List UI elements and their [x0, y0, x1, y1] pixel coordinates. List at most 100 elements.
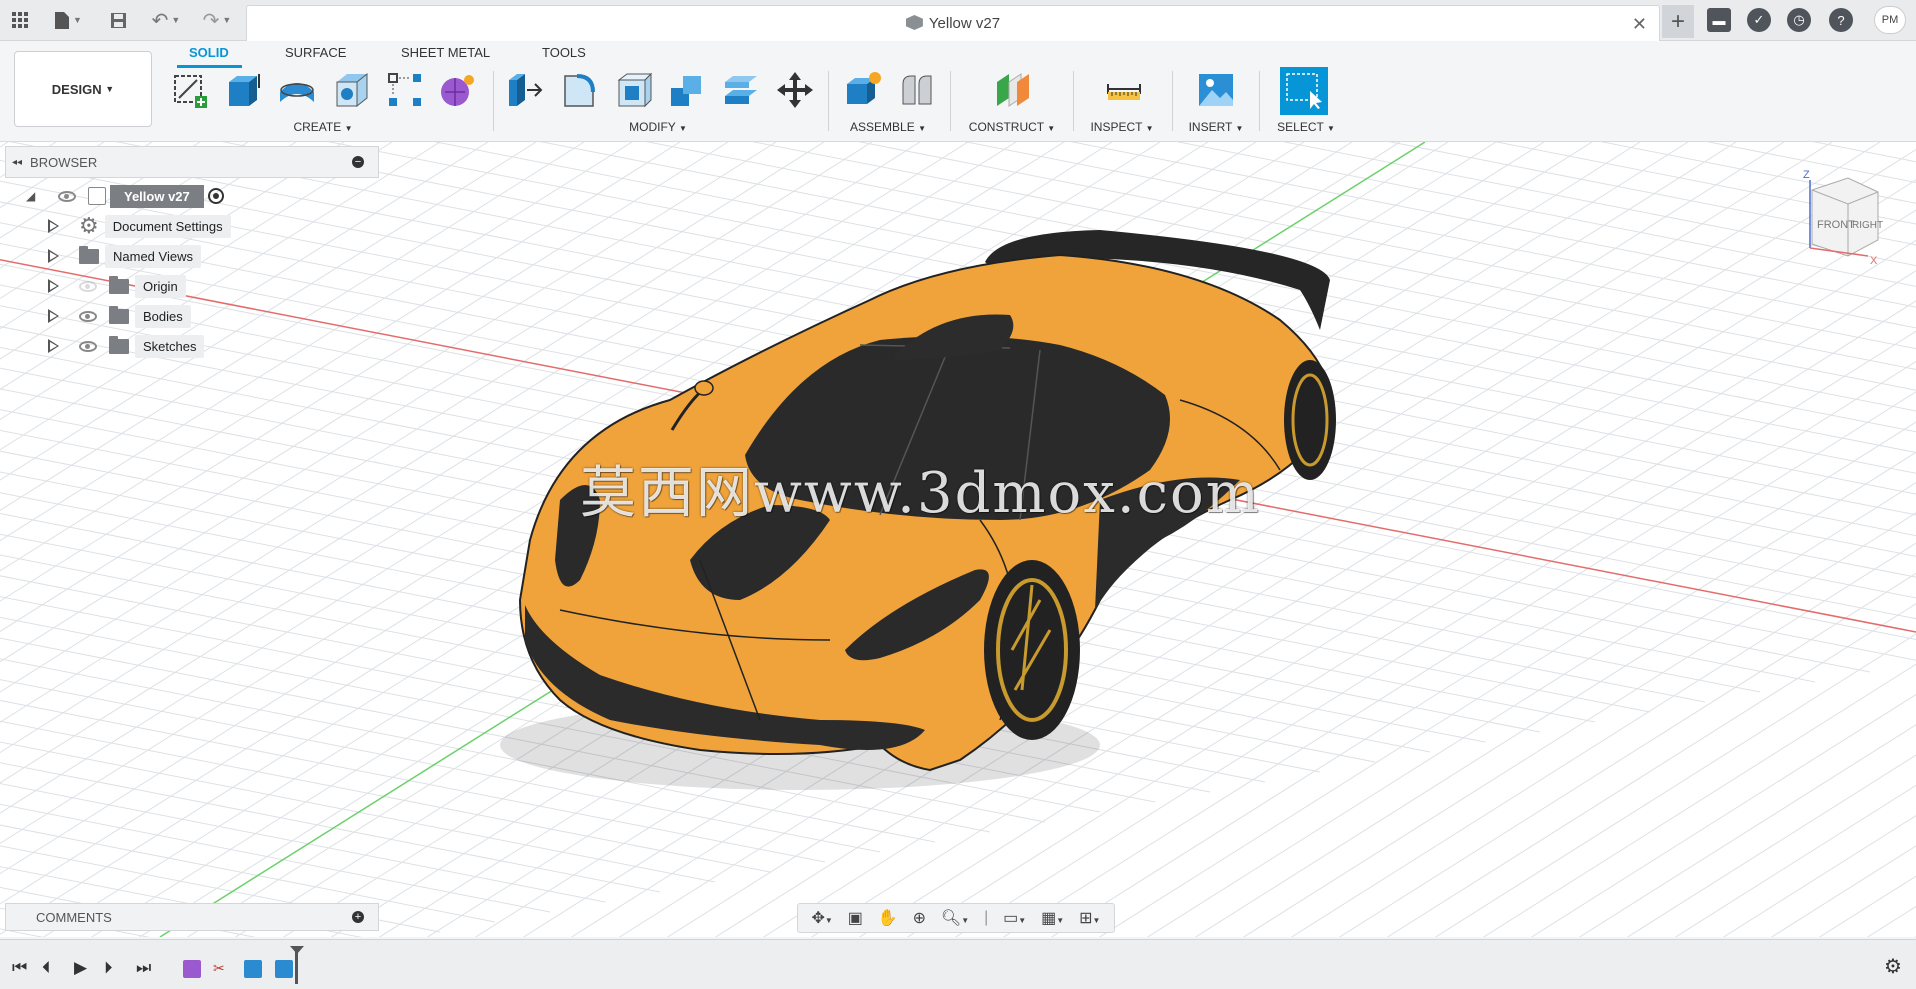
press-pull-button[interactable] — [504, 69, 546, 111]
go-to-end-icon[interactable]: ⏭ — [136, 958, 151, 978]
canvas-scene[interactable]: FRONT RIGHT Z X — [0, 0, 1916, 989]
combine-button[interactable] — [666, 69, 708, 111]
expand-triangle-icon[interactable] — [48, 339, 59, 353]
minimize-panel-icon[interactable]: − — [352, 156, 364, 168]
revolve-icon — [280, 83, 314, 102]
tree-label: Document Settings — [104, 214, 231, 238]
browser-item-origin[interactable]: Origin — [48, 273, 186, 299]
new-tab-button[interactable]: + — [1662, 5, 1694, 38]
file-icon — [55, 11, 70, 29]
help-icon[interactable]: ? — [1829, 8, 1853, 32]
document-tab[interactable]: Yellow v27 ✕ — [246, 5, 1660, 41]
tab-surface[interactable]: SURFACE — [285, 45, 346, 60]
go-to-start-icon[interactable]: ⏮ — [12, 958, 27, 978]
visibility-eye-icon[interactable] — [79, 310, 97, 322]
save-button[interactable] — [106, 8, 130, 32]
pan-hand-icon[interactable]: ✋ — [878, 908, 898, 928]
new-component-button[interactable] — [842, 69, 884, 111]
construct-menu[interactable]: CONSTRUCT ▼ — [969, 120, 1055, 134]
timeline-body-feature-icon[interactable] — [244, 960, 262, 978]
step-back-icon[interactable]: ⏴ — [42, 958, 51, 978]
hidden-eye-icon[interactable] — [79, 280, 97, 292]
tab-tools[interactable]: TOOLS — [542, 45, 586, 60]
assemble-menu[interactable]: ASSEMBLE ▼ — [850, 120, 926, 134]
collapse-panel-icon[interactable]: ◂◂ — [12, 157, 22, 168]
browser-item-named-views[interactable]: Named Views — [48, 243, 201, 269]
joint-button[interactable] — [896, 69, 938, 111]
browser-root-item[interactable]: ◢ Yellow v27 — [26, 183, 224, 209]
orbit-icon[interactable]: ✥▼ — [811, 908, 832, 928]
insert-menu[interactable]: INSERT ▼ — [1189, 120, 1244, 134]
visibility-eye-icon[interactable] — [79, 340, 97, 352]
expand-triangle-icon[interactable] — [48, 309, 59, 323]
browser-title: BROWSER — [30, 154, 98, 170]
notifications-icon[interactable]: ▬ — [1707, 8, 1731, 32]
create-sketch-button[interactable] — [168, 69, 210, 111]
insert-canvas-button[interactable] — [1195, 69, 1237, 111]
create-sketch-icon — [174, 75, 207, 108]
document-icon — [88, 187, 106, 205]
workspace-switcher[interactable]: DESIGN ▼ — [14, 51, 152, 127]
add-comment-icon[interactable]: + — [352, 911, 364, 923]
extrude-button[interactable] — [222, 69, 264, 111]
3d-viewport[interactable]: FRONT RIGHT Z X — [0, 0, 1916, 989]
job-status-icon[interactable]: ✓ — [1747, 8, 1771, 32]
move-button[interactable] — [774, 69, 816, 111]
expand-triangle-icon[interactable] — [48, 219, 59, 233]
shell-button[interactable] — [612, 69, 654, 111]
look-at-icon[interactable]: ▣ — [848, 908, 863, 928]
play-icon[interactable]: ▶ — [74, 958, 87, 978]
expand-triangle-icon[interactable] — [48, 279, 59, 293]
display-settings-icon[interactable]: ▭▼ — [1003, 908, 1026, 928]
activate-radio-icon[interactable] — [207, 188, 224, 204]
app-grid-icon[interactable] — [8, 8, 32, 32]
viewcube-front-label[interactable]: FRONT — [1817, 219, 1855, 231]
root-component-label[interactable]: Yellow v27 — [110, 184, 204, 208]
tab-solid[interactable]: SOLID — [189, 45, 229, 60]
grid-settings-icon[interactable]: ▦▼ — [1041, 908, 1064, 928]
timeline-form-feature-icon[interactable] — [183, 960, 201, 978]
comments-panel-header[interactable]: COMMENTS + — [5, 903, 379, 931]
create-menu[interactable]: CREATE ▼ — [293, 120, 352, 134]
fit-icon[interactable]: 🔍︎▼ — [941, 908, 969, 928]
undo-button[interactable]: ↶ ▼ — [146, 8, 186, 32]
browser-panel-header[interactable]: ◂◂ BROWSER − — [5, 146, 379, 178]
browser-item-bodies[interactable]: Bodies — [48, 303, 191, 329]
expand-root-icon[interactable]: ◢ — [26, 189, 46, 203]
tab-sheet-metal[interactable]: SHEET METAL — [401, 45, 490, 60]
inspect-menu[interactable]: INSPECT ▼ — [1090, 120, 1153, 134]
offset-faces-button[interactable] — [720, 69, 762, 111]
modify-menu[interactable]: MODIFY ▼ — [629, 120, 687, 134]
visibility-eye-icon[interactable] — [58, 190, 76, 202]
offset-plane-button[interactable] — [992, 69, 1034, 111]
avatar[interactable]: PM — [1874, 6, 1906, 34]
select-button[interactable] — [1280, 67, 1328, 115]
timeline-split-feature-icon[interactable]: ✂ — [213, 960, 231, 978]
revolve-button[interactable] — [276, 69, 318, 111]
fillet-button[interactable] — [558, 69, 600, 111]
x-axis-label: X — [1870, 255, 1878, 267]
step-forward-icon[interactable]: ⏵ — [104, 958, 113, 978]
browser-item-sketches[interactable]: Sketches — [48, 333, 205, 359]
expand-triangle-icon[interactable] — [48, 249, 59, 263]
close-tab-icon[interactable]: ✕ — [1632, 14, 1647, 35]
tree-label: Sketches — [135, 334, 205, 358]
zoom-icon[interactable]: ⊕ — [913, 908, 926, 928]
file-menu-button[interactable]: ▼ — [48, 8, 88, 32]
history-icon[interactable]: ◷ — [1787, 8, 1811, 32]
create-form-button[interactable] — [436, 69, 478, 111]
browser-item-document-settings[interactable]: ⚙ Document Settings — [48, 213, 231, 239]
viewports-icon[interactable]: ⊞▼ — [1079, 908, 1100, 928]
viewcube-right-label[interactable]: RIGHT — [1852, 220, 1883, 231]
pattern-button[interactable] — [384, 69, 426, 111]
timeline-settings-gear-icon[interactable]: ⚙ — [1884, 954, 1902, 979]
timeline-body-feature-icon[interactable] — [275, 960, 293, 978]
image-icon — [1199, 74, 1233, 106]
fillet-icon — [564, 74, 595, 107]
redo-button[interactable]: ↷ ▼ — [197, 8, 237, 32]
hole-button[interactable] — [330, 69, 372, 111]
timeline-marker-handle[interactable] — [290, 946, 304, 954]
combine-icon — [671, 76, 701, 106]
select-menu[interactable]: SELECT ▼ — [1277, 120, 1335, 134]
measure-button[interactable] — [1103, 69, 1145, 111]
